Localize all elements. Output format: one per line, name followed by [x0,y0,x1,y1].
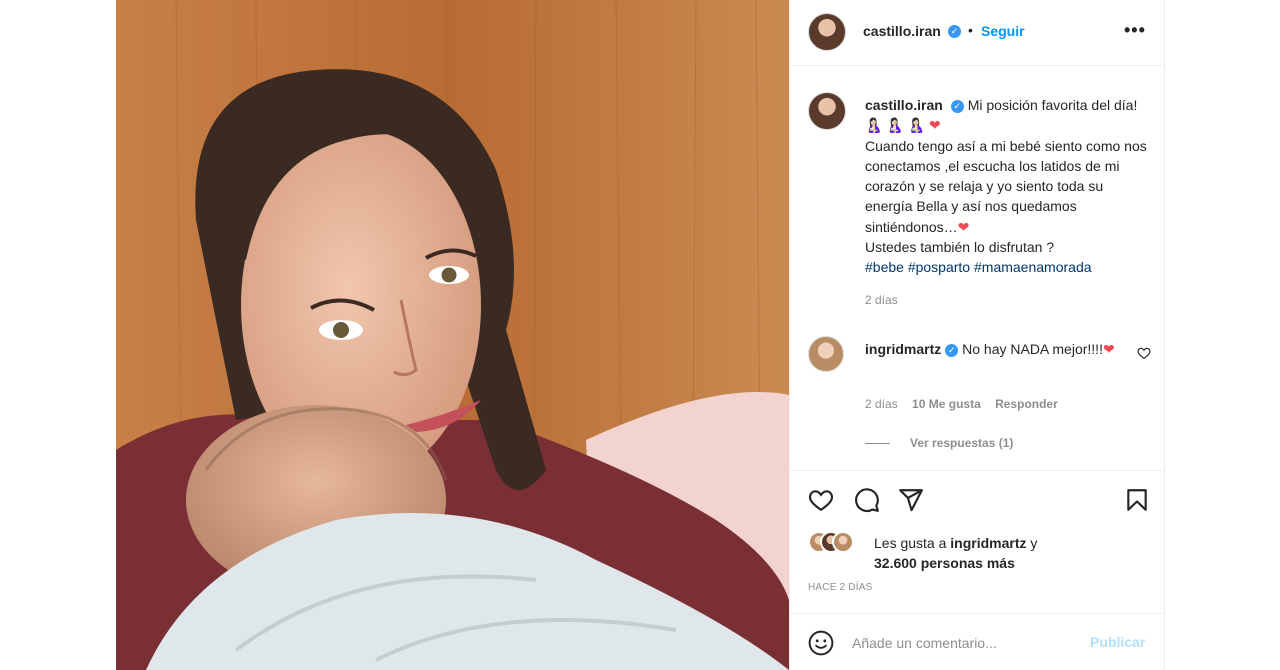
post-details-panel: castillo.iran ✓ • Seguir ••• castillo.ir… [789,0,1165,670]
verified-badge-icon: ✓ [948,25,961,38]
likers-avatars[interactable] [808,531,854,553]
comment-time: 2 días [865,397,898,411]
post-header: castillo.iran ✓ • Seguir ••• [790,0,1164,66]
caption-question: Ustedes también lo disfrutan ? [865,239,1055,256]
likes-connector: y [1030,535,1038,551]
comment-bubble-icon[interactable] [854,487,880,513]
post-timestamp: HACE 2 DÍAS [808,582,873,593]
liker-avatar [832,531,854,553]
view-replies-button[interactable]: Ver respuestas (1) [865,436,1013,450]
header-separator: • [968,22,973,38]
comment-body: No hay NADA mejor!!!! [962,341,1103,357]
replies-divider [865,442,890,444]
heart-emoji-icon: ❤ [1102,341,1115,357]
likes-others[interactable]: 32.600 personas más [874,555,1015,571]
caption-text: castillo.iran ✓ Mi posición favorita del … [865,95,1150,278]
reply-button[interactable]: Responder [995,397,1058,411]
author-username[interactable]: castillo.iran [863,23,941,39]
more-options-icon[interactable]: ••• [1124,20,1146,41]
hashtag-link[interactable]: #posparto [908,259,970,275]
heart-emoji-icon: ❤ [957,218,970,235]
likes-summary: Les gusta a ingridmartz y 32.600 persona… [874,533,1124,574]
caption-body: Cuando tengo así a mi bebé siento como n… [865,137,1147,235]
comment-input[interactable] [852,632,1072,654]
caption-time: 2 días [865,293,898,307]
caption-avatar[interactable] [808,92,846,130]
comment-likes-count[interactable]: 10 Me gusta [912,397,981,411]
post-actions: Les gusta a ingridmartz y 32.600 persona… [790,470,1164,670]
verified-badge-icon: ✓ [945,344,959,357]
caption-username[interactable]: castillo.iran [865,97,943,113]
add-comment-bar: Publicar [790,613,1164,670]
commenter-username[interactable]: ingridmartz [865,341,941,357]
post-photo[interactable] [116,0,789,670]
follow-button[interactable]: Seguir [981,23,1025,39]
smiley-icon[interactable] [808,630,834,656]
verified-badge-icon: ✓ [950,100,964,113]
heart-outline-icon[interactable] [808,487,834,513]
comment-like-heart-icon[interactable] [1137,346,1151,360]
comment-meta: 2 días 10 Me gusta Responder [865,397,1069,411]
likes-prefix: Les gusta a [874,535,947,551]
publish-button[interactable]: Publicar [1090,634,1145,650]
bookmark-icon[interactable] [1124,487,1150,513]
likes-user[interactable]: ingridmartz [950,535,1026,551]
view-replies-label: Ver respuestas (1) [910,436,1014,450]
comment-text: ingridmartz ✓ No hay NADA mejor!!!!❤ [865,339,1115,359]
paper-plane-icon[interactable] [898,487,924,513]
hashtag-link[interactable]: #bebe [865,259,904,275]
author-avatar[interactable] [808,13,846,51]
post-photo-illustration [116,0,789,670]
commenter-avatar[interactable] [808,336,844,372]
hashtag-link[interactable]: #mamaenamorada [974,259,1092,275]
heart-emoji-icon: ❤ [928,117,941,134]
